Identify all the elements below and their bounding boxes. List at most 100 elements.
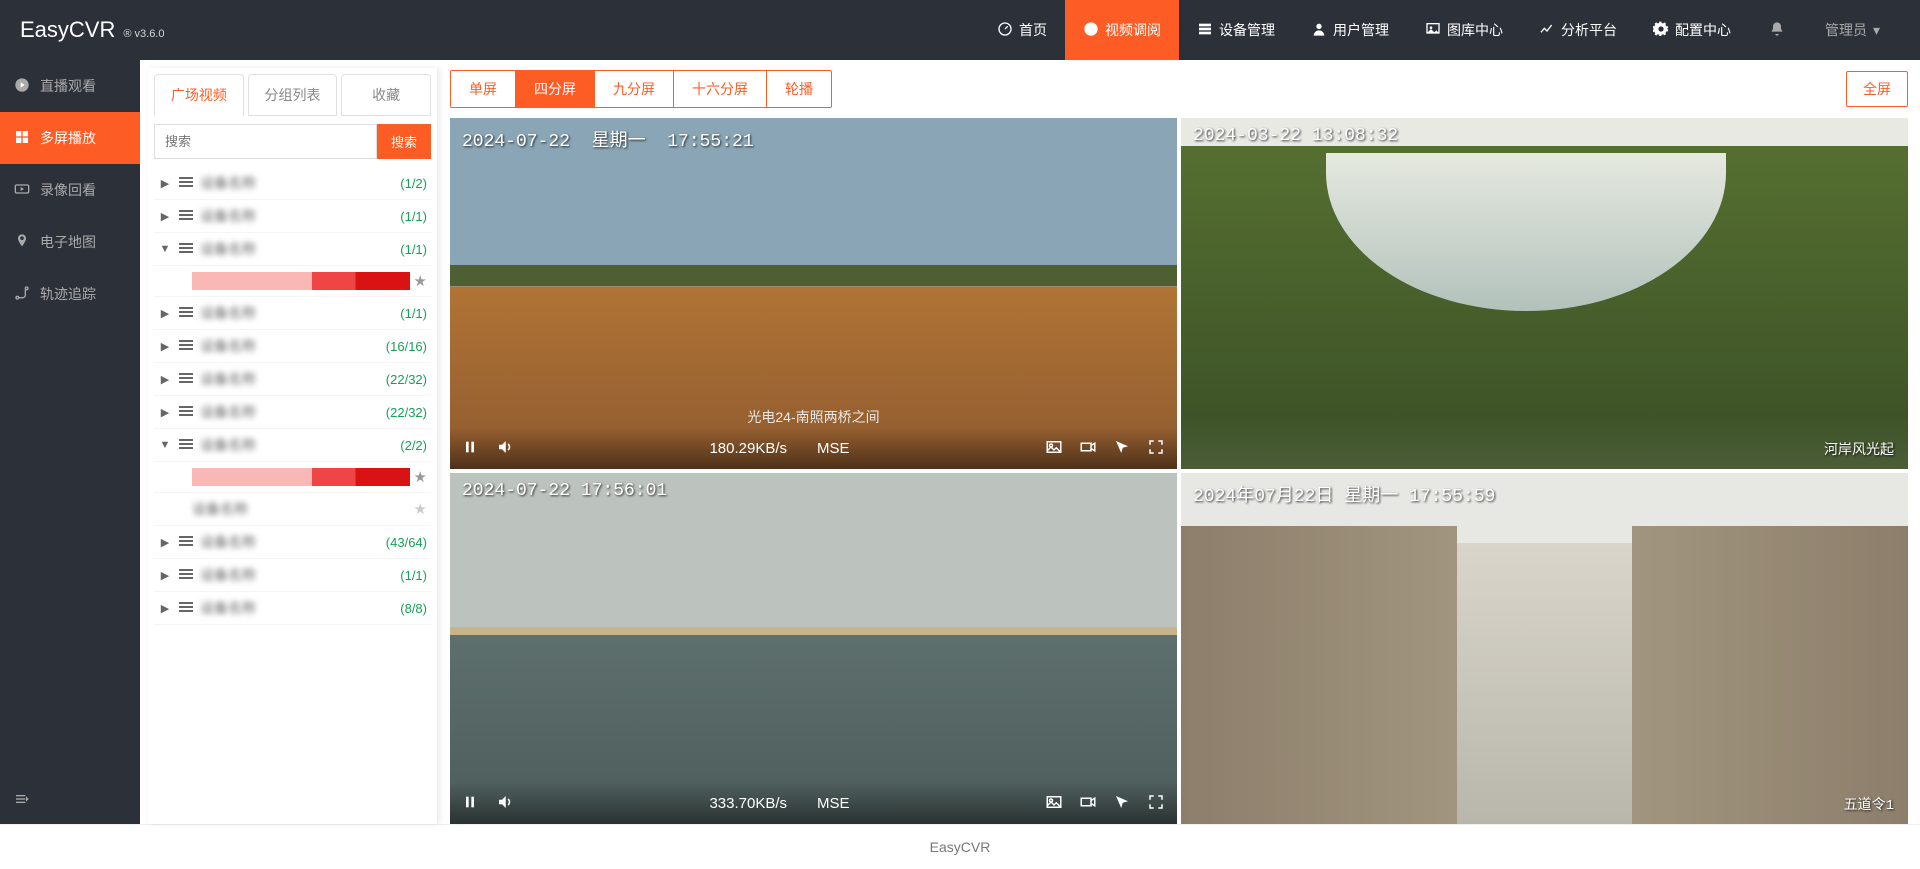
tree-row[interactable]: ▼设备名称(1/1)	[154, 233, 431, 266]
dashboard-icon	[997, 21, 1013, 40]
nav-item-label: 设备管理	[1219, 20, 1275, 40]
nav-item-3[interactable]: 用户管理	[1293, 0, 1407, 60]
nav-item-1[interactable]: 视频调阅	[1065, 0, 1179, 60]
tree-row[interactable]: ★	[154, 462, 431, 493]
play-icon	[1083, 21, 1099, 40]
map-icon	[14, 233, 30, 252]
record-button[interactable]	[1079, 793, 1097, 814]
volume-button[interactable]	[496, 793, 514, 814]
sidebar-item-label: 电子地图	[40, 232, 96, 252]
nav-item-4[interactable]: 图库中心	[1407, 0, 1521, 60]
tree-count: (43/64)	[386, 535, 427, 550]
layout-button-0[interactable]: 单屏	[451, 71, 516, 107]
layout-button-4[interactable]: 轮播	[767, 71, 831, 107]
tree-count: (1/1)	[400, 242, 427, 257]
tree-item-label	[192, 272, 410, 290]
nav-item-0[interactable]: 首页	[979, 0, 1065, 60]
video-cell-1[interactable]: 2024-03-22 13:08:32 河岸风光起	[1181, 118, 1908, 469]
search-button[interactable]: 搜索	[377, 124, 431, 159]
content-area: 单屏四分屏九分屏十六分屏轮播 全屏 2024-07-22 星期一 17:55:2…	[438, 60, 1920, 824]
tree-count: (16/16)	[386, 339, 427, 354]
snapshot-button[interactable]	[1045, 793, 1063, 814]
sidebar-item-4[interactable]: 轨迹追踪	[0, 268, 140, 320]
tree-row[interactable]: ▶设备名称(22/32)	[154, 363, 431, 396]
layout-button-1[interactable]: 四分屏	[516, 71, 595, 107]
sidebar-item-2[interactable]: 录像回看	[0, 164, 140, 216]
sidebar-item-1[interactable]: 多屏播放	[0, 112, 140, 164]
device-list-icon	[178, 371, 194, 387]
nav-item-6[interactable]: 配置中心	[1635, 0, 1749, 60]
tree-tabs: 广场视频分组列表收藏	[148, 68, 437, 116]
tree-count: (1/1)	[400, 568, 427, 583]
tree-item-label: 设备名称	[200, 532, 382, 552]
device-list-icon	[178, 600, 194, 616]
tree-count: (1/2)	[400, 176, 427, 191]
bell-icon[interactable]	[1749, 21, 1805, 40]
video-codec: MSE	[817, 440, 850, 457]
nav-item-label: 用户管理	[1333, 20, 1389, 40]
snapshot-button[interactable]	[1045, 438, 1063, 459]
logo: EasyCVR ® v3.6.0	[0, 17, 185, 43]
video-cell-0[interactable]: 2024-07-22 星期一 17:55:21 180.29KB/s MSE 光…	[450, 118, 1177, 469]
device-list-icon	[178, 534, 194, 550]
gear-icon	[1653, 21, 1669, 40]
pause-button[interactable]	[462, 794, 478, 813]
device-list-icon	[178, 305, 194, 321]
tree-arrow-icon: ▼	[158, 439, 172, 451]
footer: EasyCVR	[0, 824, 1920, 869]
sidebar-item-3[interactable]: 电子地图	[0, 216, 140, 268]
rewind-icon	[14, 181, 30, 200]
volume-button[interactable]	[496, 438, 514, 459]
star-icon[interactable]: ★	[414, 500, 427, 518]
search-input[interactable]	[154, 124, 377, 159]
tree-row[interactable]: ▶设备名称(16/16)	[154, 330, 431, 363]
tree-row[interactable]: ▶设备名称(1/1)	[154, 559, 431, 592]
top-nav: 首页视频调阅 设备管理 用户管理图库中心分析平台配置中心	[979, 0, 1749, 60]
star-icon[interactable]: ★	[414, 272, 427, 290]
nav-item-5[interactable]: 分析平台	[1521, 0, 1635, 60]
tree-tab-0[interactable]: 广场视频	[154, 74, 244, 116]
device-list-icon	[178, 175, 194, 191]
layout-button-3[interactable]: 十六分屏	[674, 71, 767, 107]
tree-row[interactable]: 设备名称★	[154, 493, 431, 526]
tree-row[interactable]: ▼设备名称(2/2)	[154, 429, 431, 462]
device-icon	[1197, 21, 1213, 40]
tree-row[interactable]: ▶设备名称(1/1)	[154, 297, 431, 330]
nav-item-2[interactable]: 设备管理	[1179, 0, 1293, 60]
tree-tab-2[interactable]: 收藏	[341, 74, 431, 116]
tree-item-label: 设备名称	[200, 303, 396, 323]
fullscreen-cell-button[interactable]	[1147, 438, 1165, 459]
tree-item-label: 设备名称	[200, 336, 382, 356]
tree-row[interactable]: ▶设备名称(1/2)	[154, 167, 431, 200]
fullscreen-cell-button[interactable]	[1147, 793, 1165, 814]
admin-menu[interactable]: 管理员 ▾	[1805, 20, 1900, 40]
video-cell-3[interactable]: 2024年07月22日 星期一 17:55:59五道令1	[1181, 473, 1908, 824]
tree-row[interactable]: ▶设备名称(43/64)	[154, 526, 431, 559]
tree-count: (8/8)	[400, 601, 427, 616]
layout-button-2[interactable]: 九分屏	[595, 71, 674, 107]
sidebar-item-label: 录像回看	[40, 180, 96, 200]
tree-tab-1[interactable]: 分组列表	[248, 74, 338, 116]
video-name-overlay: 光电24-南照两桥之间	[747, 407, 879, 427]
record-button[interactable]	[1079, 438, 1097, 459]
sidebar-item-0[interactable]: 直播观看	[0, 60, 140, 112]
tree-row[interactable]: ▶设备名称(1/1)	[154, 200, 431, 233]
tree-row[interactable]: ★	[154, 266, 431, 297]
logo-title: EasyCVR	[20, 17, 115, 43]
app-version: ® v3.6.0	[123, 28, 164, 40]
pointer-button[interactable]	[1113, 438, 1131, 459]
tree-row[interactable]: ▶设备名称(8/8)	[154, 592, 431, 625]
pointer-button[interactable]	[1113, 793, 1131, 814]
tree-item-label	[192, 468, 410, 486]
tree-row[interactable]: ▶设备名称(22/32)	[154, 396, 431, 429]
pause-button[interactable]	[462, 439, 478, 458]
tree-item-label: 设备名称	[200, 402, 382, 422]
collapse-sidebar-icon[interactable]	[0, 777, 140, 824]
tree-arrow-icon: ▶	[158, 406, 172, 419]
video-timestamp: 2024-03-22 13:08:32	[1193, 126, 1409, 146]
star-icon[interactable]: ★	[414, 468, 427, 486]
video-timestamp: 2024年07月22日 星期一 17:55:59	[1193, 481, 1495, 507]
fullscreen-button[interactable]: 全屏	[1846, 71, 1908, 107]
video-cell-2[interactable]: 2024-07-22 17:56:01 333.70KB/s MSE	[450, 473, 1177, 824]
tree-arrow-icon: ▶	[158, 569, 172, 582]
